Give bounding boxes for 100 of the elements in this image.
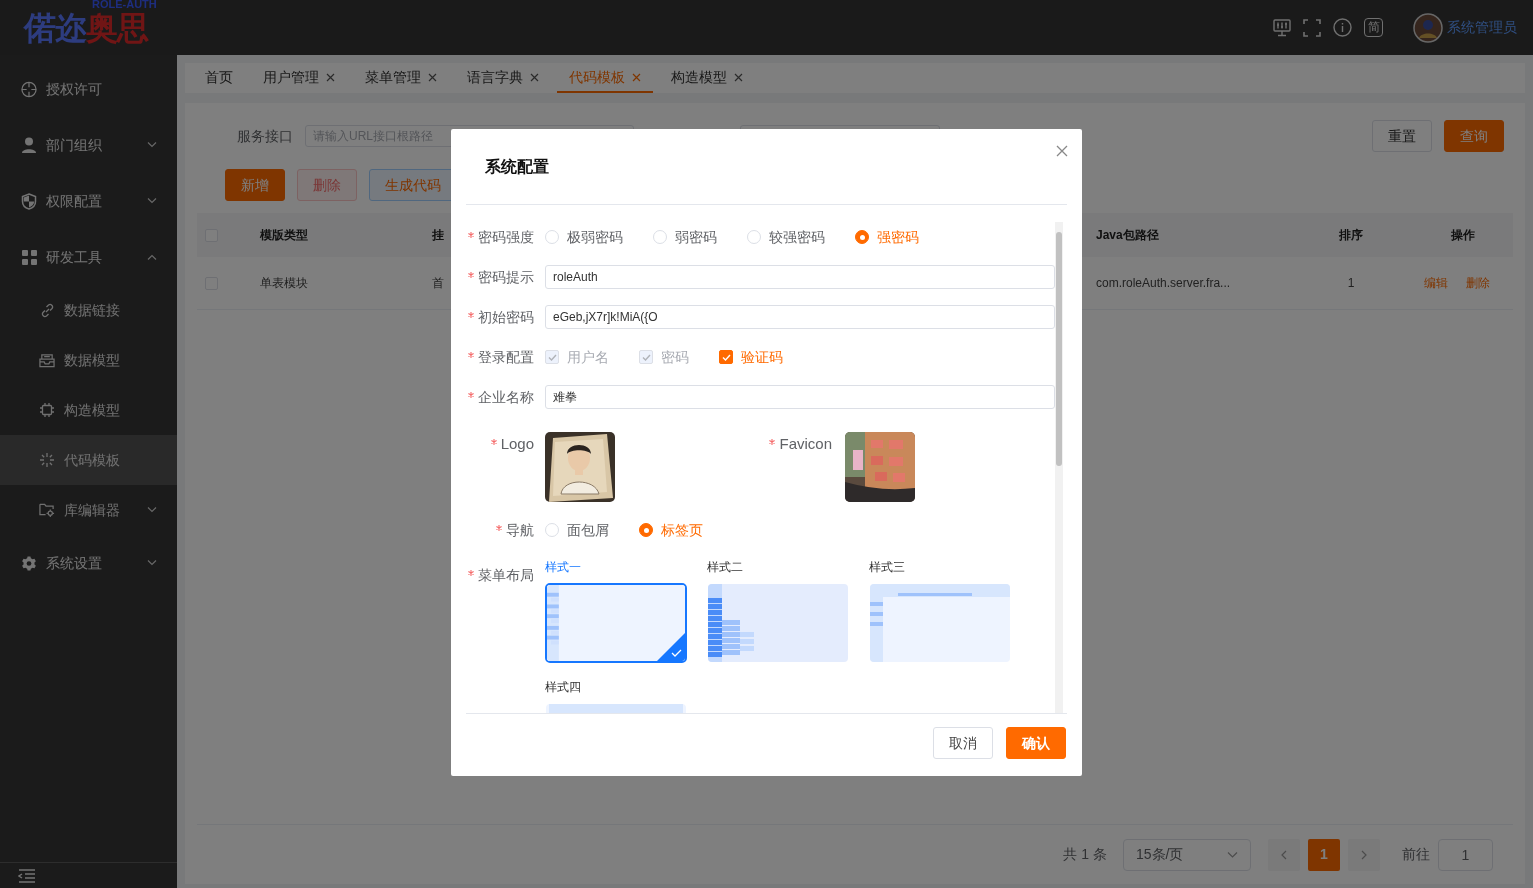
dialog-title: 系统配置 — [485, 156, 549, 177]
menu-layout-drawing — [870, 597, 883, 662]
user-icon — [21, 137, 37, 153]
option-label: 用户名 — [567, 347, 609, 367]
menu-fold-icon[interactable] — [18, 868, 36, 883]
tab[interactable]: 首页 — [193, 63, 245, 93]
settings-icon — [21, 554, 37, 572]
language-toggle[interactable]: 简 — [1364, 18, 1383, 37]
cancel-button[interactable]: 取消 — [933, 727, 993, 759]
avatar[interactable] — [1413, 12, 1443, 43]
scrollbar-thumb[interactable] — [1056, 232, 1062, 466]
sidebar-item-label: 系统设置 — [46, 553, 103, 573]
chevron-down-icon[interactable] — [147, 560, 157, 566]
page-button[interactable]: 1 — [1308, 838, 1340, 871]
close-icon[interactable] — [530, 72, 539, 82]
field-label: 企业名称 — [478, 387, 534, 407]
sparkle-icon — [39, 452, 55, 468]
sidebar-subitem[interactable]: 代码模板 — [0, 435, 177, 485]
option-label: 极弱密码 — [567, 227, 623, 247]
column-header: Java包路径 — [1096, 227, 1159, 244]
option-label: 样式三 — [869, 559, 906, 574]
sidebar-subitem[interactable]: 构造模型 — [0, 385, 177, 435]
close-icon[interactable] — [1056, 145, 1068, 157]
toolbar-button[interactable]: 删除 — [297, 169, 357, 201]
table-cell-text: 首 — [432, 275, 444, 292]
input-field[interactable]: eGeb,jX7r]k!MiA({O — [545, 305, 1055, 329]
page-size-select[interactable]: 15条/页 — [1123, 838, 1251, 871]
logo-text: 偌迩 — [24, 9, 86, 47]
close-icon[interactable] — [428, 72, 437, 82]
next-page-button[interactable] — [1348, 838, 1380, 871]
toolbar-button[interactable]: 新增 — [225, 169, 285, 201]
action-link[interactable]: 删除 — [1465, 274, 1490, 292]
chevron-left-icon — [1281, 849, 1287, 860]
tab[interactable]: 菜单管理 — [353, 63, 449, 93]
chevron-down-icon[interactable] — [147, 507, 157, 513]
crosshair-icon — [21, 80, 37, 98]
column-header: 操作 — [1450, 227, 1475, 244]
field-label: 服务接口 — [237, 126, 293, 146]
chevron-up-icon[interactable] — [147, 254, 157, 260]
reset-button[interactable]: 重置 — [1372, 120, 1432, 152]
sidebar-subitem[interactable]: 数据链接 — [0, 285, 177, 335]
option-label: 强密码 — [877, 227, 919, 247]
option-label: 样式二 — [707, 559, 744, 574]
chevron-down-icon — [1227, 851, 1238, 858]
checkbox[interactable] — [719, 350, 733, 364]
layout-option[interactable] — [707, 583, 849, 663]
sidebar-item[interactable]: 系统设置 — [0, 535, 177, 591]
logo-caption: ROLE-AUTH — [92, 0, 157, 11]
total-count: 共 1 条 — [1063, 845, 1107, 864]
table-cell-text: 1 — [1347, 275, 1355, 292]
field-label: 密码强度 — [478, 227, 534, 247]
chevron-right-icon — [1361, 849, 1367, 860]
option-label: 较强密码 — [769, 227, 825, 247]
field-label: Favicon — [779, 433, 832, 454]
inbox-icon — [39, 352, 55, 368]
sidebar-item-label: 构造模型 — [64, 400, 121, 420]
sidebar-subitem[interactable]: 数据模型 — [0, 335, 177, 385]
tab[interactable]: 用户管理 — [251, 63, 347, 93]
page-input[interactable]: 1 — [1438, 838, 1493, 871]
close-icon[interactable] — [734, 72, 743, 82]
input-field[interactable]: 难拳 — [545, 385, 1055, 409]
user-name[interactable]: 系统管理员 — [1447, 17, 1517, 38]
close-icon[interactable] — [632, 72, 641, 82]
tab[interactable]: 语言字典 — [455, 63, 551, 93]
sidebar-item[interactable]: 研发工具 — [0, 229, 177, 285]
sidebar-item[interactable]: 权限配置 — [0, 173, 177, 229]
confirm-button[interactable]: 确认 — [1006, 727, 1066, 759]
logo-text: 奥思 — [86, 9, 148, 47]
column-header: 模版类型 — [260, 227, 308, 244]
info-icon[interactable] — [1333, 18, 1352, 37]
chip-icon — [39, 402, 55, 418]
column-header: 挂 — [432, 227, 444, 244]
option-label: 标签页 — [661, 520, 703, 540]
chevron-down-icon[interactable] — [147, 198, 157, 204]
monitor-icon[interactable] — [1273, 18, 1291, 37]
scrollbar[interactable] — [1055, 222, 1063, 713]
previous-page-button[interactable] — [1268, 838, 1300, 871]
table-cell-text: 单表模块 — [260, 275, 308, 292]
fullscreen-icon[interactable] — [1303, 18, 1321, 37]
layout-option[interactable] — [869, 583, 1011, 663]
sidebar-item[interactable]: 授权许可 — [0, 61, 177, 117]
check-corner-icon — [657, 633, 685, 661]
radio-button[interactable] — [639, 523, 653, 537]
grid-icon — [21, 249, 37, 265]
tab[interactable]: 代码模板 — [557, 63, 653, 93]
option-label: 验证码 — [741, 347, 783, 367]
tab[interactable]: 构造模型 — [659, 63, 755, 93]
field-label: 密码提示 — [478, 267, 534, 287]
search-button[interactable]: 查询 — [1444, 120, 1504, 152]
chevron-down-icon[interactable] — [147, 142, 157, 148]
action-link[interactable]: 编辑 — [1423, 274, 1448, 292]
sidebar-subitem[interactable]: 库编辑器 — [0, 485, 177, 535]
sidebar-item-label: 授权许可 — [46, 79, 103, 99]
radio-button[interactable] — [855, 230, 869, 244]
shield-icon — [21, 192, 37, 210]
input-field[interactable]: roleAuth — [545, 265, 1055, 289]
close-icon[interactable] — [326, 72, 335, 82]
layout-option[interactable] — [545, 583, 687, 663]
sidebar-item[interactable]: 部门组织 — [0, 117, 177, 173]
field-label: 登录配置 — [478, 347, 534, 367]
